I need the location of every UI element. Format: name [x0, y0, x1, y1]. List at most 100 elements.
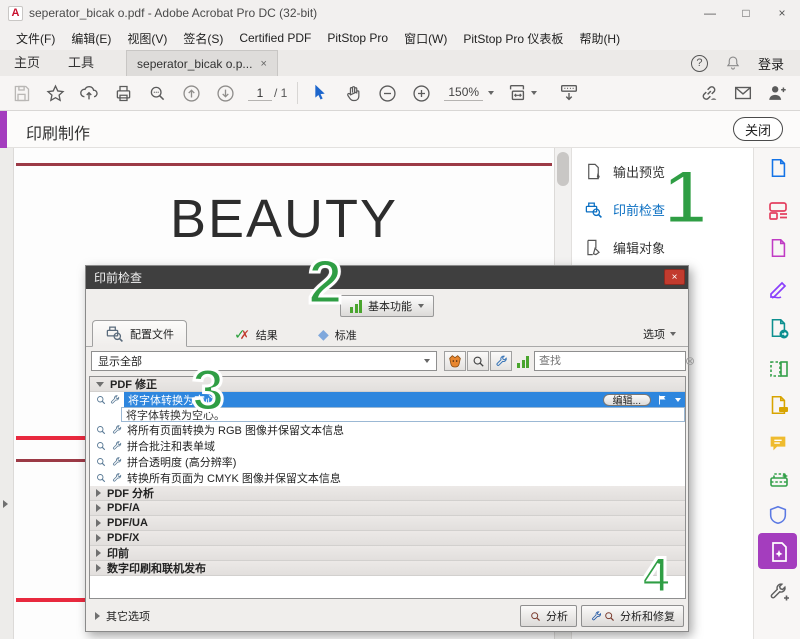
preflight-search-input[interactable]: [535, 355, 685, 367]
more-tools-icon[interactable]: [766, 580, 790, 604]
group-pdf-a[interactable]: PDF/A: [90, 501, 685, 516]
zoom-level-dropdown[interactable]: 150%: [438, 85, 500, 101]
email-icon[interactable]: [726, 79, 760, 107]
menu-item-window[interactable]: 窗口(W): [396, 27, 455, 50]
stamp-icon[interactable]: [766, 393, 790, 417]
select-tool-cursor-icon[interactable]: [302, 79, 336, 107]
share-link-icon[interactable]: [692, 79, 726, 107]
tab-standards[interactable]: ◆ 标准: [318, 326, 357, 343]
flag-icon[interactable]: [657, 394, 669, 406]
maximize-button[interactable]: □: [728, 0, 764, 26]
next-page-icon[interactable]: [208, 79, 242, 107]
check-filter-button[interactable]: [467, 351, 489, 371]
other-options-toggle[interactable]: 其它选项: [89, 608, 150, 624]
tool-preflight[interactable]: 印前检查: [584, 200, 665, 219]
acrobat-app-icon: A: [8, 6, 23, 21]
group-label: PDF 分析: [107, 485, 154, 501]
clear-search-icon[interactable]: ⊗: [685, 354, 698, 368]
search-field[interactable]: ⊗: [534, 351, 686, 371]
dialog-close-button[interactable]: ×: [664, 269, 685, 285]
show-all-dropdown[interactable]: 显示全部: [91, 351, 437, 371]
left-panel-toggle-icon[interactable]: [3, 500, 8, 508]
fit-width-dropdown[interactable]: [500, 79, 542, 107]
print-icon[interactable]: [106, 79, 140, 107]
fixup-row[interactable]: 将所有页面转换为 RGB 图像并保留文本信息: [90, 422, 685, 438]
library-dropdown-button[interactable]: 基本功能: [340, 295, 434, 317]
combine-files-icon[interactable]: [766, 198, 790, 222]
group-label: PDF/UA: [107, 517, 148, 529]
menu-item-pitstop-pro[interactable]: PitStop Pro: [319, 28, 396, 48]
right-tools-bar: [753, 148, 800, 639]
tab-document[interactable]: seperator_bicak o.p... ×: [126, 50, 278, 76]
star-favorite-icon[interactable]: [38, 79, 72, 107]
analyze-and-fix-button[interactable]: 分析和修复: [581, 605, 684, 627]
search-icon[interactable]: [140, 79, 174, 107]
share-with-people-icon[interactable]: [760, 79, 794, 107]
save-icon[interactable]: [4, 79, 38, 107]
close-button[interactable]: ×: [764, 0, 800, 26]
group-digital-publishing[interactable]: 数字印刷和联机发布: [90, 561, 685, 576]
group-label: PDF/A: [107, 502, 140, 514]
previous-page-icon[interactable]: [174, 79, 208, 107]
minimize-button[interactable]: —: [692, 0, 728, 26]
hide-toolbar-icon[interactable]: [552, 79, 586, 107]
menu-item-view[interactable]: 视图(V): [119, 27, 175, 50]
fixup-row[interactable]: 拼合批注和表单域: [90, 438, 685, 454]
send-for-signature-icon[interactable]: [766, 316, 790, 340]
fixup-row-selected[interactable]: 将字体转换为空心 编辑...: [90, 392, 685, 407]
tab-tools[interactable]: 工具: [54, 47, 108, 76]
group-pdf-fixups[interactable]: PDF 修正: [90, 377, 685, 392]
analyze-fix-label: 分析和修复: [620, 608, 675, 624]
tab-profiles[interactable]: 配置文件: [92, 320, 187, 347]
group-prepress[interactable]: 印前: [90, 546, 685, 561]
tab-label: 结果: [256, 327, 278, 343]
zoom-out-icon[interactable]: [370, 79, 404, 107]
tool-edit-object[interactable]: 编辑对象: [584, 238, 665, 257]
hand-tool-icon[interactable]: [336, 79, 370, 107]
check-icon: [95, 456, 107, 468]
fixup-row[interactable]: 转换所有页面为 CMYK 图像并保留文本信息: [90, 470, 685, 486]
menu-item-sign[interactable]: 签名(S): [175, 27, 231, 50]
group-pdf-x[interactable]: PDF/X: [90, 531, 685, 546]
fixup-filter-button[interactable]: [490, 351, 512, 371]
pitstop-filter-button[interactable]: [444, 351, 466, 371]
scan-ocr-icon[interactable]: [766, 468, 790, 492]
zoom-in-icon[interactable]: [404, 79, 438, 107]
close-document-tab-icon[interactable]: ×: [260, 58, 266, 70]
cloud-upload-icon[interactable]: [72, 79, 106, 107]
help-icon[interactable]: ?: [691, 55, 708, 72]
menu-item-pitstop-dashboard[interactable]: PitStop Pro 仪表板: [455, 27, 571, 50]
other-options-label: 其它选项: [106, 608, 150, 624]
scrollbar-thumb[interactable]: [557, 152, 569, 186]
wrench-icon: [109, 394, 121, 406]
sign-in-button[interactable]: 登录: [758, 54, 784, 73]
left-nav-strip: [0, 148, 14, 639]
options-dropdown[interactable]: 选项: [643, 326, 676, 342]
menu-item-certified-pdf[interactable]: Certified PDF: [231, 28, 319, 48]
organize-pages-icon[interactable]: [766, 356, 790, 380]
tab-home[interactable]: 主页: [0, 47, 54, 76]
tool-output-preview[interactable]: 输出预览: [584, 162, 665, 181]
tab-results[interactable]: ✓✗ 结果: [234, 326, 278, 343]
comment-icon[interactable]: [766, 431, 790, 455]
tool-label: 印前检查: [613, 200, 665, 219]
analyze-button[interactable]: 分析: [520, 605, 577, 627]
menu-bar: 文件(F) 编辑(E) 视图(V) 签名(S) Certified PDF Pi…: [0, 26, 800, 50]
notifications-bell-icon[interactable]: [724, 54, 742, 72]
menu-item-help[interactable]: 帮助(H): [571, 27, 628, 50]
fill-sign-icon[interactable]: [766, 276, 790, 300]
export-pdf-icon[interactable]: [766, 156, 790, 180]
protect-icon[interactable]: [766, 503, 790, 527]
tool-label: 输出预览: [613, 162, 665, 181]
filter-row: 显示全部 ⊗: [86, 351, 688, 373]
page-number-input[interactable]: 1: [248, 86, 272, 101]
dialog-title-bar[interactable]: 印前检查 ×: [86, 266, 688, 289]
fixup-label: 转换所有页面为 CMYK 图像并保留文本信息: [127, 470, 341, 486]
group-pdf-ua[interactable]: PDF/UA: [90, 516, 685, 531]
print-production-active-tile[interactable]: [758, 533, 797, 569]
group-pdf-analysis[interactable]: PDF 分析: [90, 486, 685, 501]
close-print-production-button[interactable]: 关闭: [733, 117, 783, 141]
fixup-row[interactable]: 拼合透明度 (高分辨率): [90, 454, 685, 470]
edit-pdf-icon[interactable]: [766, 236, 790, 260]
edit-fixup-button[interactable]: 编辑...: [603, 394, 651, 406]
